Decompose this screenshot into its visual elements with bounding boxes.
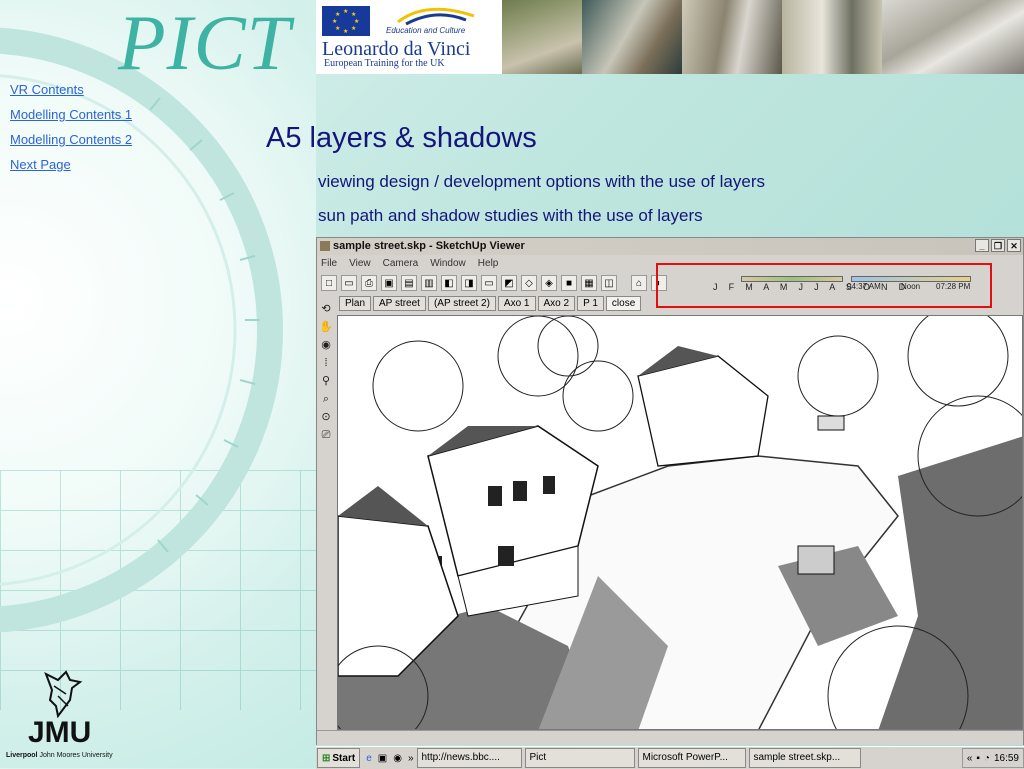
textured-icon[interactable]: ▦	[581, 275, 597, 291]
view-top-icon[interactable]: ▭	[481, 275, 497, 291]
zoom-extents-icon[interactable]: ⊙	[319, 410, 333, 424]
tab-p1[interactable]: P 1	[577, 296, 604, 311]
left-panel: PICT VR Contents Modelling Contents 1 Mo…	[0, 0, 316, 768]
leonardo-subtitle: European Training for the UK	[324, 58, 445, 69]
jmu-text: JMU	[28, 716, 92, 749]
menu-window[interactable]: Window	[430, 255, 466, 272]
taskbar-item-pict-folder[interactable]: Pict	[524, 748, 635, 768]
scene-tabs: Plan AP street (AP street 2) Axo 1 Axo 2…	[339, 296, 643, 311]
menu-camera[interactable]: Camera	[383, 255, 419, 272]
orbit-icon[interactable]: ⟲	[319, 302, 333, 316]
tray-volume-icon[interactable]: ◔	[984, 750, 990, 767]
nav-link-modelling-2[interactable]: Modelling Contents 2	[10, 132, 132, 147]
taskbar-item-sketchup[interactable]: sample street.skp...	[748, 748, 861, 768]
tab-close[interactable]: close	[605, 296, 642, 311]
shaded-icon[interactable]: ■	[561, 275, 577, 291]
hidden-line-icon[interactable]: ◈	[541, 275, 557, 291]
shadow-controls-highlight	[656, 263, 992, 308]
system-tray: « ▪ ◔ 16:59	[961, 748, 1024, 768]
view-left-icon[interactable]: ◧	[441, 275, 457, 291]
view-back-icon[interactable]: ▥	[421, 275, 437, 291]
clock: 16:59	[993, 752, 1019, 764]
slide-subtitle-layers: viewing design / development options wit…	[318, 172, 765, 191]
photo-classroom-1	[582, 0, 682, 74]
look-around-icon[interactable]: ◉	[319, 338, 333, 352]
new-file-icon[interactable]: □	[321, 275, 337, 291]
app-icon	[320, 241, 330, 251]
close-icon[interactable]: ✕	[1007, 239, 1021, 252]
slide-subtitle-shadows: sun path and shadow studies with the use…	[318, 206, 703, 225]
slide-title: A5 layers & shadows	[266, 122, 537, 154]
nav-link-modelling-1[interactable]: Modelling Contents 1	[10, 107, 132, 122]
university-name: Liverpool John Moores University	[6, 752, 113, 759]
view-iso-icon[interactable]: ◩	[501, 275, 517, 291]
tab-plan[interactable]: Plan	[339, 296, 372, 311]
menu-help[interactable]: Help	[478, 255, 499, 272]
tab-axo-2[interactable]: Axo 2	[537, 296, 576, 311]
view-front-icon[interactable]: ▤	[401, 275, 417, 291]
zoom-icon[interactable]: ⚲	[319, 374, 333, 388]
settings-icon[interactable]: ▣	[381, 275, 397, 291]
print-icon[interactable]: ⎙	[361, 275, 377, 291]
window-controls: _ ❐ ✕	[975, 239, 1021, 252]
leonardo-logo: ★ ★ ★ ★ ★ ★ ★ ★ Education and Culture Leonard…	[316, 0, 502, 74]
photo-classroom-2	[682, 0, 782, 74]
eu-flag-icon: ★ ★ ★ ★ ★ ★ ★ ★	[322, 6, 370, 36]
shadow-settings-icon[interactable]: ⌂	[631, 275, 647, 291]
zoom-window-icon[interactable]: ⌕	[319, 392, 333, 406]
tray-expand-icon[interactable]: «	[967, 750, 973, 767]
leonardo-swoosh-icon	[397, 7, 475, 26]
tray-network-icon[interactable]: ▪	[976, 750, 980, 767]
nav-link-vr-contents[interactable]: VR Contents	[10, 82, 132, 97]
tab-ap-street[interactable]: AP street	[373, 296, 426, 311]
view-right-icon[interactable]: ◨	[461, 275, 477, 291]
taskbar: ⊞ Start e ▣ ◉ » http://news.bbc.... Pict…	[316, 746, 1024, 769]
start-label: Start	[332, 752, 356, 764]
xray-icon[interactable]: ◫	[601, 275, 617, 291]
nav-links: VR Contents Modelling Contents 1 Modelli…	[10, 82, 132, 182]
quicklaunch-ie-icon[interactable]: e	[366, 753, 372, 764]
tab-axo-1[interactable]: Axo 1	[497, 296, 536, 311]
liver-bird-icon	[44, 670, 83, 718]
navigation-tools: ⟲ ✋ ◉ ⁞ ⚲ ⌕ ⊙ ⎚	[319, 302, 335, 442]
start-button[interactable]: ⊞ Start	[317, 748, 361, 768]
photo-3d-model	[882, 0, 1024, 74]
window-title: sample street.skp - SketchUp Viewer	[333, 240, 525, 252]
3d-viewport[interactable]	[337, 315, 1023, 730]
camera-icon[interactable]: ⎚	[319, 428, 333, 442]
menu-file[interactable]: File	[321, 255, 337, 272]
pan-hand-icon[interactable]: ✋	[319, 320, 333, 334]
quicklaunch-media-icon[interactable]: ◉	[393, 753, 402, 764]
walk-icon[interactable]: ⁞	[319, 356, 333, 370]
photo-aerial-town	[502, 0, 582, 74]
wireframe-icon[interactable]: ◇	[521, 275, 537, 291]
status-bar	[317, 730, 1023, 745]
leonardo-tagline: Education and Culture	[386, 26, 466, 35]
photo-classroom-3	[782, 0, 882, 74]
open-folder-icon[interactable]: ▭	[341, 275, 357, 291]
menu-view[interactable]: View	[349, 255, 371, 272]
sketchup-window: sample street.skp - SketchUp Viewer _ ❐ …	[316, 237, 1024, 745]
tab-ap-street-2[interactable]: (AP street 2)	[427, 296, 496, 311]
taskbar-item-powerpoint[interactable]: Microsoft PowerP...	[637, 748, 746, 768]
street-model-render	[338, 316, 1022, 729]
jmu-logo: JMU Liverpool John Moores University	[6, 664, 126, 764]
minimize-icon[interactable]: _	[975, 239, 989, 252]
restore-icon[interactable]: ❐	[991, 239, 1005, 252]
quicklaunch-more-icon[interactable]: »	[408, 753, 414, 764]
nav-link-next-page[interactable]: Next Page	[10, 157, 132, 172]
quicklaunch-desktop-icon[interactable]: ▣	[378, 753, 387, 764]
windows-logo-icon: ⊞	[322, 752, 331, 764]
pict-logo: PICT	[118, 0, 292, 86]
taskbar-item-browser[interactable]: http://news.bbc....	[416, 748, 522, 768]
window-titlebar[interactable]: sample street.skp - SketchUp Viewer _ ❐ …	[317, 238, 1023, 255]
